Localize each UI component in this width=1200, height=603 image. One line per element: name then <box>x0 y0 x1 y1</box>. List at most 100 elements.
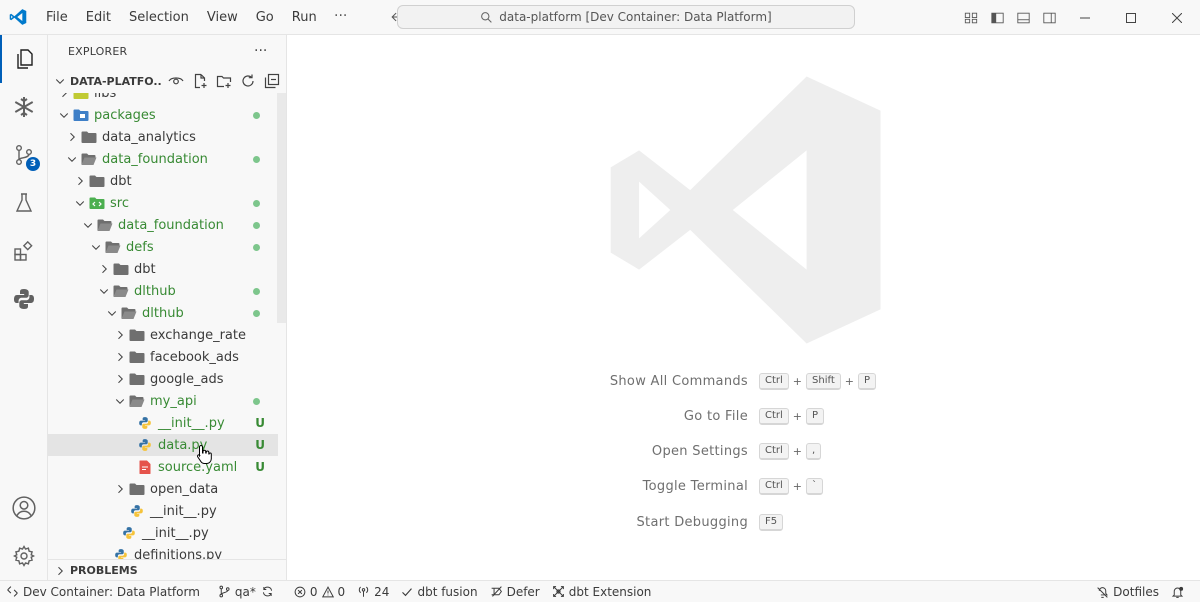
snowflake-icon[interactable] <box>0 83 48 131</box>
tree-folder-row[interactable]: data_foundation <box>48 214 278 236</box>
chevron-down-icon[interactable] <box>104 302 120 324</box>
tree-file-row[interactable]: __init__.py <box>48 522 278 544</box>
maximize-icon[interactable] <box>1108 0 1154 35</box>
tree-folder-row[interactable]: data_analytics <box>48 126 278 148</box>
git-modified-dot <box>253 200 260 207</box>
dbt-extension-indicator[interactable]: dbt Extension <box>546 581 658 603</box>
tree-folder-row[interactable]: my_api <box>48 390 278 412</box>
tree-folder-row[interactable]: dbt <box>48 258 278 280</box>
shortcut-row[interactable]: Start Debugging F5 <box>287 512 1200 532</box>
tree-folder-row[interactable]: src <box>48 192 278 214</box>
menu-item-file[interactable]: File <box>37 0 77 35</box>
workspace-section-header[interactable]: DATA-PLATFO... <box>48 70 286 92</box>
key-plus-separator: + <box>792 480 803 494</box>
command-center-search[interactable]: data-platform [Dev Container: Data Platf… <box>397 5 855 29</box>
chevron-down-icon[interactable] <box>56 104 72 126</box>
chevron-right-icon[interactable] <box>112 346 128 368</box>
chevron-right-icon[interactable] <box>96 258 112 280</box>
tree-file-row[interactable]: definitions.py <box>48 544 278 559</box>
problems-section-header[interactable]: PROBLEMS <box>48 559 286 580</box>
tree-file-row[interactable]: data.py U <box>48 434 278 456</box>
tree-file-row[interactable]: __init__.py U <box>48 412 278 434</box>
chevron-down-icon[interactable] <box>72 192 88 214</box>
new-file-icon[interactable] <box>188 70 212 92</box>
menu-item-view[interactable]: View <box>198 0 247 35</box>
key-plus-separator: + <box>792 409 803 423</box>
keybinding-key: P <box>857 372 876 390</box>
customize-layout-icon[interactable] <box>958 0 984 35</box>
menu-item-go[interactable]: Go <box>247 0 283 35</box>
tree-folder-row[interactable]: dlthub <box>48 302 278 324</box>
menu-item-edit[interactable]: Edit <box>77 0 120 35</box>
tree-file-row[interactable]: source.yaml U <box>48 456 278 478</box>
shortcut-row[interactable]: Toggle Terminal Ctrl + ` <box>287 477 1200 497</box>
folder-icon <box>120 302 138 324</box>
toggle-panel-icon[interactable] <box>1010 0 1036 35</box>
chevron-down-icon[interactable] <box>88 236 104 258</box>
dbt-fusion-indicator[interactable]: dbt fusion <box>395 581 483 603</box>
chevron-down-icon[interactable] <box>80 214 96 236</box>
menu-item-selection[interactable]: Selection <box>120 0 198 35</box>
toggle-secondary-sidebar-icon[interactable] <box>1036 0 1062 35</box>
explorer-more-actions-button[interactable]: ··· <box>254 43 267 59</box>
settings-gear-icon[interactable] <box>0 532 48 580</box>
git-modified-dot <box>253 112 260 119</box>
tree-item-label: data_analytics <box>102 129 196 145</box>
tree-folder-row[interactable]: dbt <box>48 170 278 192</box>
close-icon[interactable] <box>1154 0 1200 35</box>
chevron-right-icon <box>50 565 70 577</box>
new-folder-icon[interactable] <box>212 70 236 92</box>
eye-icon[interactable] <box>164 70 188 92</box>
chevron-right-icon[interactable] <box>112 368 128 390</box>
ports-indicator[interactable]: 24 <box>351 581 395 603</box>
source-control-icon[interactable]: 3 <box>0 131 48 179</box>
collapse-all-icon[interactable] <box>260 70 284 92</box>
menu-item-run[interactable]: Run <box>283 0 326 35</box>
chevron-right-icon[interactable] <box>112 324 128 346</box>
tree-folder-row[interactable]: defs <box>48 236 278 258</box>
chevron-right-icon[interactable] <box>56 93 72 104</box>
problems-indicator[interactable]: 0 0 <box>288 581 351 603</box>
chevron-down-icon[interactable] <box>64 148 80 170</box>
keybinding-key: Shift <box>806 372 841 390</box>
tree-folder-row[interactable]: packages <box>48 104 278 126</box>
warning-icon <box>321 585 334 597</box>
tree-folder-row[interactable]: libs <box>48 93 278 104</box>
git-branch-item[interactable]: qa* <box>212 581 284 603</box>
chevron-down-icon[interactable] <box>112 390 128 412</box>
minimize-icon[interactable] <box>1062 0 1108 35</box>
tree-folder-row[interactable]: facebook_ads <box>48 346 278 368</box>
account-icon[interactable] <box>0 484 48 532</box>
explorer-icon[interactable] <box>0 35 48 83</box>
refresh-icon[interactable] <box>236 70 260 92</box>
tree-folder-row[interactable]: dlthub <box>48 280 278 302</box>
toggle-primary-sidebar-icon[interactable] <box>984 0 1010 35</box>
chevron-right-icon[interactable] <box>64 126 80 148</box>
tree-file-row[interactable]: __init__.py <box>48 500 278 522</box>
chevron-right-icon[interactable] <box>72 170 88 192</box>
git-modified-dot <box>253 398 260 405</box>
extensions-icon[interactable] <box>0 227 48 275</box>
notifications-bell-icon[interactable] <box>1165 581 1200 603</box>
shortcut-row[interactable]: Open Settings Ctrl +, <box>287 442 1200 462</box>
shortcut-row[interactable]: Show All Commands Ctrl + Shift + P <box>287 371 1200 391</box>
menu-more-button[interactable]: ··· <box>326 0 356 35</box>
tree-folder-row[interactable]: exchange_rate <box>48 324 278 346</box>
tree-folder-row[interactable]: data_foundation <box>48 148 278 170</box>
sync-icon[interactable] <box>261 585 274 598</box>
hand-cursor-icon <box>196 444 212 468</box>
chevron-down-icon[interactable] <box>96 280 112 302</box>
shortcut-label: Toggle Terminal <box>642 479 748 495</box>
dotfiles-indicator[interactable]: Dotfiles <box>1090 581 1165 603</box>
testing-flask-icon[interactable] <box>0 179 48 227</box>
python-icon[interactable] <box>0 275 48 323</box>
shortcut-row[interactable]: Go to File Ctrl + P <box>287 406 1200 426</box>
defer-indicator[interactable]: Defer <box>484 581 546 603</box>
tree-folder-row[interactable]: open_data <box>48 478 278 500</box>
tree-folder-row[interactable]: google_ads <box>48 368 278 390</box>
explorer-scrollbar[interactable] <box>277 93 286 323</box>
defer-icon <box>491 586 502 597</box>
remote-indicator[interactable]: Dev Container: Data Platform <box>0 581 206 603</box>
chevron-right-icon[interactable] <box>112 478 128 500</box>
chevron-down-icon <box>50 75 70 87</box>
